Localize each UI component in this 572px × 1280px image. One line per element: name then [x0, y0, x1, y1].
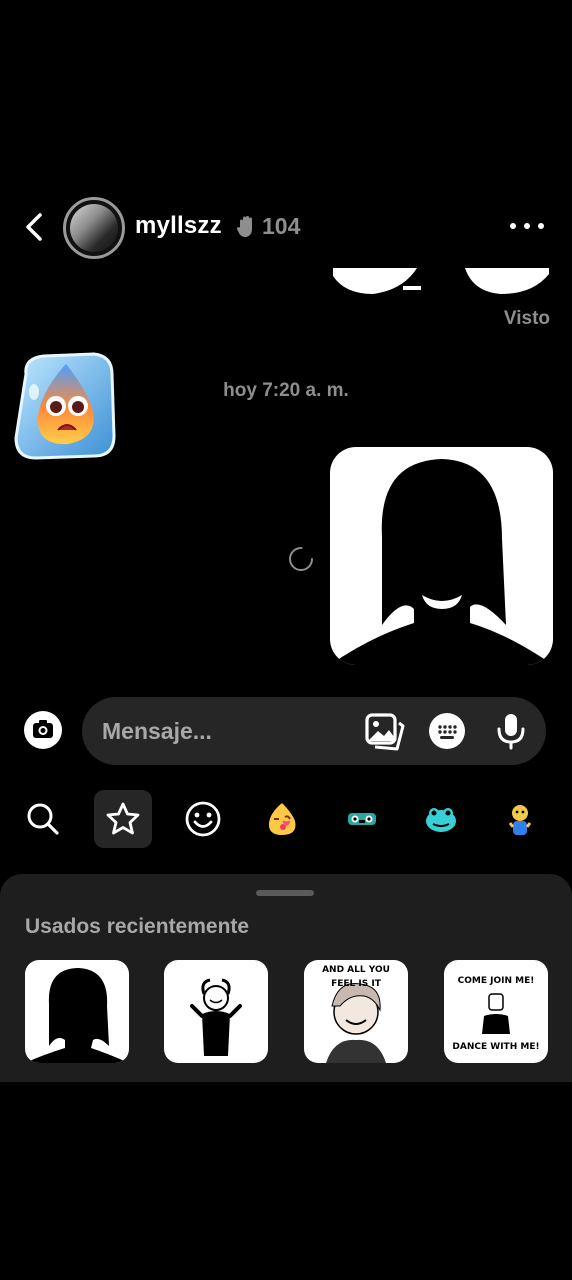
tab-search[interactable]: [14, 790, 72, 848]
microphone-icon[interactable]: [495, 712, 527, 750]
sticker-keyboard-icon[interactable]: [429, 713, 465, 749]
streak-count: 104: [262, 213, 301, 239]
recent-sticker-1[interactable]: [25, 960, 129, 1063]
recent-sticker-2[interactable]: [164, 960, 268, 1063]
avatar[interactable]: [63, 197, 125, 259]
gallery-icon[interactable]: [365, 713, 405, 751]
message-composer: [82, 697, 546, 765]
sticker-panel: Usados recientemente AND ALL YOU FEEL IS…: [0, 874, 572, 1082]
sticker-tabs: [0, 790, 572, 850]
frog-sticker-icon: [348, 813, 376, 825]
seen-status: Visto: [503, 308, 550, 329]
tab-favorites[interactable]: [94, 790, 152, 848]
username[interactable]: myllszz: [135, 212, 222, 240]
character-sticker-icon: [508, 805, 532, 835]
loading-spinner-icon: [289, 547, 313, 571]
hand-icon: [236, 215, 252, 237]
tab-pack-1[interactable]: [253, 790, 311, 848]
chat-header: myllszz 104: [0, 196, 572, 260]
sticker-caption-bottom: DANCE WITH ME!: [452, 1042, 540, 1052]
back-arrow-icon[interactable]: [20, 212, 48, 242]
kiss-face-sticker-icon: [268, 803, 296, 835]
message-input[interactable]: [102, 711, 352, 751]
camera-button[interactable]: [24, 711, 62, 749]
tab-pack-4[interactable]: [491, 790, 549, 848]
recent-sticker-4[interactable]: COME JOIN ME! DANCE WITH ME!: [444, 960, 548, 1063]
blue-frog-sticker-icon: [426, 808, 456, 832]
streak-badge: 104: [236, 213, 300, 240]
droplet-sticker[interactable]: [14, 352, 116, 460]
smiley-icon: [185, 801, 221, 837]
tab-emoji[interactable]: [174, 790, 232, 848]
camera-icon: [33, 720, 53, 738]
tab-pack-2[interactable]: [333, 790, 391, 848]
drag-handle[interactable]: [256, 890, 314, 896]
more-options-icon[interactable]: [510, 220, 544, 232]
message-timestamp: hoy 7:20 a. m.: [223, 380, 349, 401]
search-icon: [27, 803, 59, 835]
sticker-caption: AND ALL YOU FEEL IS IT: [322, 965, 390, 989]
previous-sticker[interactable]: [333, 268, 549, 296]
tab-pack-3[interactable]: [412, 790, 470, 848]
panel-title: Usados recientemente: [25, 915, 250, 938]
recent-sticker-3[interactable]: AND ALL YOU FEEL IS IT: [304, 960, 408, 1063]
star-icon: [106, 802, 140, 835]
sent-silhouette-sticker[interactable]: [330, 447, 553, 665]
